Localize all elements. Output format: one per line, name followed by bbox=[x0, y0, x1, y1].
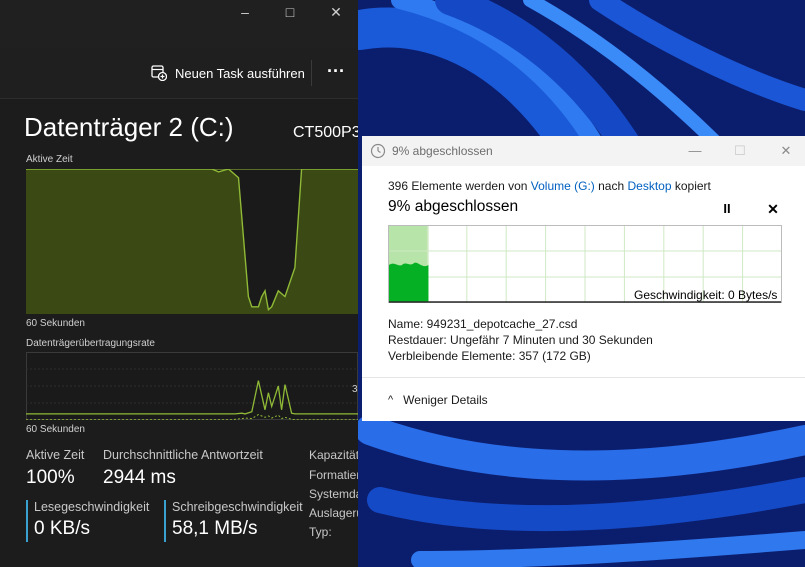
toolbar-divider bbox=[311, 60, 312, 86]
copy-minimize-button[interactable]: — bbox=[683, 142, 707, 160]
remaining-time: Restdauer: Ungefähr 7 Minuten und 30 Sek… bbox=[388, 333, 653, 347]
task-manager-toolbar: Neuen Task ausführen ··· bbox=[0, 48, 358, 99]
source-link[interactable]: Volume (G:) bbox=[531, 179, 595, 193]
property-capacity: Kapazität bbox=[309, 448, 358, 462]
minimize-button[interactable]: – bbox=[225, 4, 265, 20]
task-manager-window: – □ ✕ Neuen Task ausführen ··· Datenträg… bbox=[0, 0, 358, 567]
write-speed-indicator bbox=[164, 500, 166, 542]
pause-button[interactable]: II bbox=[718, 200, 736, 218]
transfer-axis-label: 3 bbox=[352, 384, 358, 395]
progress-speed-area bbox=[389, 262, 429, 302]
write-speed-label: Schreibgeschwindigkeit bbox=[172, 500, 303, 514]
task-manager-titlebar: – □ ✕ bbox=[0, 0, 358, 48]
copy-progress-dialog: 9% abgeschlossen — ☐ ✕ 396 Elemente werd… bbox=[362, 136, 805, 421]
copy-description-middle: nach bbox=[594, 179, 628, 193]
property-formatted: Formatier bbox=[309, 468, 358, 482]
copy-close-button[interactable]: ✕ bbox=[774, 142, 798, 160]
response-time-label: Durchschnittliche Antwortzeit bbox=[103, 448, 263, 462]
read-speed-value: 0 KB/s bbox=[34, 518, 90, 539]
copy-dialog-divider bbox=[362, 377, 805, 378]
copy-dialog-title: 9% abgeschlossen bbox=[392, 144, 493, 158]
read-speed-indicator bbox=[26, 500, 28, 542]
disk-title: Datenträger 2 (C:) bbox=[24, 112, 234, 142]
new-task-button[interactable]: Neuen Task ausführen bbox=[151, 62, 305, 84]
copy-progress-heading: 9% abgeschlossen bbox=[388, 198, 519, 215]
new-task-label: Neuen Task ausführen bbox=[175, 65, 305, 81]
less-details-label: Weniger Details bbox=[403, 393, 488, 407]
disk-model: CT500P3F bbox=[293, 124, 358, 141]
cancel-button[interactable]: ✕ bbox=[764, 200, 782, 218]
active-time-duration: 60 Sekunden bbox=[26, 318, 85, 329]
active-time-area bbox=[26, 169, 358, 314]
less-details-button[interactable]: ^ Weniger Details bbox=[388, 392, 488, 408]
response-time-value: 2944 ms bbox=[103, 467, 176, 488]
property-type: Typ: bbox=[309, 525, 332, 539]
chevron-up-icon: ^ bbox=[388, 394, 394, 406]
read-speed-label: Lesegeschwindigkeit bbox=[34, 500, 150, 514]
transfer-graph-label: Datenträgerübertragungsrate bbox=[26, 338, 155, 349]
maximize-button[interactable]: □ bbox=[270, 4, 310, 20]
current-file-name: Name: 949231_depotcache_27.csd bbox=[388, 317, 578, 331]
active-time-stat-value: 100% bbox=[26, 467, 75, 488]
close-button[interactable]: ✕ bbox=[316, 4, 356, 20]
transfer-rate-graph bbox=[26, 352, 358, 420]
more-options-button[interactable]: ··· bbox=[320, 60, 352, 86]
copy-description-prefix: 396 Elemente werden von bbox=[388, 179, 531, 193]
clock-icon bbox=[370, 143, 386, 159]
property-page-file: Auslagerun bbox=[309, 506, 358, 520]
destination-link[interactable]: Desktop bbox=[628, 179, 672, 193]
copy-dialog-titlebar: 9% abgeschlossen — ☐ ✕ bbox=[362, 136, 805, 166]
copy-description-suffix: kopiert bbox=[671, 179, 711, 193]
write-speed-value: 58,1 MB/s bbox=[172, 518, 258, 539]
copy-maximize-button[interactable]: ☐ bbox=[728, 142, 752, 160]
property-system-disk: Systemda bbox=[309, 487, 358, 501]
active-time-stat-label: Aktive Zeit bbox=[26, 448, 85, 462]
copy-description: 396 Elemente werden von Volume (G:) nach… bbox=[388, 179, 711, 193]
remaining-items: Verbleibende Elemente: 357 (172 GB) bbox=[388, 349, 591, 363]
new-task-icon bbox=[151, 65, 167, 81]
copy-speed-label: Geschwindigkeit: 0 Bytes/s bbox=[634, 288, 778, 302]
transfer-duration: 60 Sekunden bbox=[26, 424, 85, 435]
active-time-graph-label: Aktive Zeit bbox=[26, 154, 73, 165]
active-time-graph bbox=[26, 169, 358, 314]
